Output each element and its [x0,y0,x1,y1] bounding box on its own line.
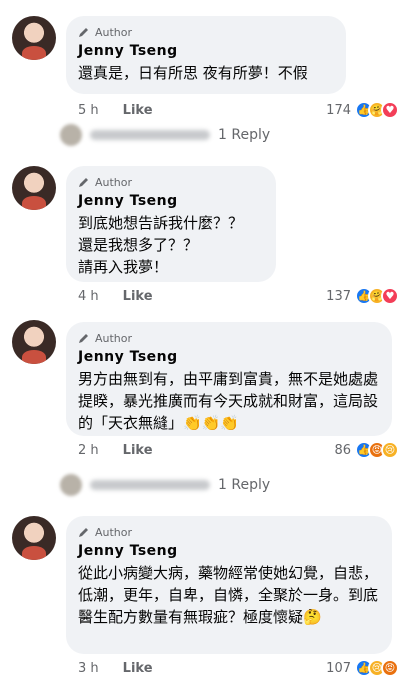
reaction-summary[interactable]: 174 👍 🤗 ♥ [326,100,399,120]
comment-author-name[interactable]: Jenny Tseng [78,192,264,210]
author-badge-label: Author [95,331,133,345]
avatar[interactable] [12,320,56,364]
author-badge-label: Author [95,175,133,189]
reaction-count: 86 [334,442,351,458]
author-badge: Author [78,24,334,40]
reaction-count: 174 [326,102,351,118]
reply-count-link[interactable]: 1 Reply [218,477,270,493]
love-reaction-icon: ♥ [381,101,399,119]
like-button[interactable]: Like [123,289,153,304]
like-button[interactable]: Like [123,661,153,676]
author-badge: Author [78,174,264,190]
reply-author-blurred [90,130,210,140]
comment-bubble: Author Jenny Tseng 還真是，日有所思 夜有所夢！不假 [66,16,346,94]
like-button[interactable]: Like [123,103,153,118]
pencil-icon [79,528,88,537]
reply-avatar [60,124,82,146]
avatar[interactable] [12,16,56,60]
comment-bubble: Author Jenny Tseng 男方由無到有，由平庸到富貴，無不是她處處提… [66,322,392,436]
comment-text: 從此小病變大病，藥物經常使她幻覺，自悲，低潮，更年，自卑，自憐，全聚於一身。到底… [78,564,379,626]
reaction-count: 137 [326,288,351,304]
comment-time[interactable]: 5 h [78,103,99,118]
avatar[interactable] [12,166,56,210]
comment-author-name[interactable]: Jenny Tseng [78,542,380,560]
reaction-summary[interactable]: 137 👍 🤗 ♥ [326,286,399,306]
author-badge-label: Author [95,525,133,539]
comment-text: 還真是，日有所思 夜有所夢！不假 [78,64,308,82]
like-button[interactable]: Like [123,443,153,458]
pencil-icon [79,334,88,343]
comment-author-name[interactable]: Jenny Tseng [78,42,334,60]
author-badge-label: Author [95,25,133,39]
comment-meta: 3 h Like [78,658,153,678]
comment-meta: 2 h Like [78,440,153,460]
comment-bubble: Author Jenny Tseng 到底她想告訴我什麼？？ 還是我想多了？？ … [66,166,276,282]
comment-text: 到底她想告訴我什麼？？ 還是我想多了？？ 請再入我夢！ [78,214,244,276]
love-reaction-icon: ♥ [381,287,399,305]
reply-count-link[interactable]: 1 Reply [218,127,270,143]
reaction-count: 107 [326,660,351,676]
pencil-icon [79,28,88,37]
comment-time[interactable]: 3 h [78,661,99,676]
comment-meta: 4 h Like [78,286,153,306]
author-badge: Author [78,330,380,346]
author-badge: Author [78,524,380,540]
reaction-summary[interactable]: 86 👍 😡 😢 [334,440,399,460]
reaction-summary[interactable]: 107 👍 😢 😡 [326,658,399,678]
comment-text: 男方由無到有，由平庸到富貴，無不是她處處提睽，暴光推廣而有今天成就和財富，這局設… [78,370,379,432]
avatar[interactable] [12,516,56,560]
comment-author-name[interactable]: Jenny Tseng [78,348,380,366]
comment-meta: 5 h Like [78,100,153,120]
reply-author-blurred [90,480,210,490]
view-replies[interactable]: 1 Reply [60,124,270,146]
view-replies[interactable]: 1 Reply [60,474,270,496]
comment-time[interactable]: 2 h [78,443,99,458]
sad-reaction-icon: 😢 [381,441,399,459]
angry-reaction-icon: 😡 [381,659,399,677]
comment-bubble: Author Jenny Tseng 從此小病變大病，藥物經常使她幻覺，自悲，低… [66,516,392,654]
comment-time[interactable]: 4 h [78,289,99,304]
reply-avatar [60,474,82,496]
pencil-icon [79,178,88,187]
